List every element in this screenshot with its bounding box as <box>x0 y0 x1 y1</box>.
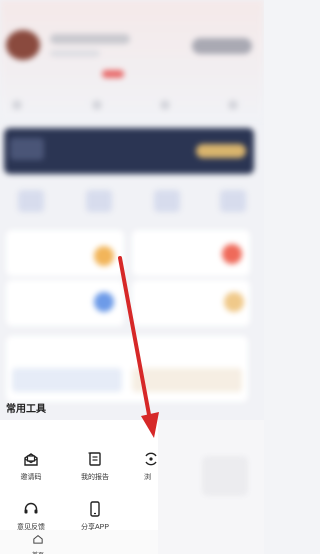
stat-dot <box>92 100 102 110</box>
subtitle-placeholder <box>50 50 100 57</box>
blue-icon <box>94 292 114 312</box>
phone-icon <box>90 501 100 517</box>
tool-browse-history[interactable]: 浏 <box>136 450 158 482</box>
shortcut-icon <box>86 190 112 212</box>
stat-dot <box>228 100 238 110</box>
shortcut-icon <box>220 190 246 212</box>
tools-section-title: 常用工具 <box>6 404 46 415</box>
gold-icon <box>224 292 244 312</box>
banner-icon <box>10 138 44 160</box>
report-icon <box>88 452 101 466</box>
browse-icon <box>145 452 157 466</box>
red-icon <box>222 244 242 264</box>
invite-code-icon <box>24 453 38 466</box>
tools-panel-faded <box>158 420 264 554</box>
info-card-item <box>12 368 122 392</box>
tool-label: 我的报告 <box>81 474 109 481</box>
faded-tool <box>202 456 248 496</box>
orange-icon <box>94 246 114 266</box>
header-pill-button <box>192 38 252 54</box>
tool-feedback[interactable]: 意见反馈 <box>6 500 56 532</box>
headset-icon <box>24 502 38 514</box>
stat-dot <box>160 100 170 110</box>
tool-label: 浏 <box>144 474 151 481</box>
info-card-item <box>132 368 242 392</box>
avatar <box>6 30 40 60</box>
stat-dot <box>12 100 22 110</box>
shortcut-icon <box>18 190 44 212</box>
banner-button <box>196 144 246 158</box>
tab-home[interactable]: 首页 <box>24 531 52 554</box>
app-screen: 常用工具 邀请码 我的报告 浏 意见反馈 分享APP <box>0 0 264 554</box>
shortcut-icon <box>154 190 180 212</box>
tool-invite-code[interactable]: 邀请码 <box>6 450 56 482</box>
username-placeholder <box>50 34 130 44</box>
tool-share-app[interactable]: 分享APP <box>70 500 120 532</box>
tool-my-report[interactable]: 我的报告 <box>70 450 120 482</box>
profile-header <box>0 0 264 120</box>
tab-home-label: 首页 <box>24 550 52 554</box>
tool-label: 邀请码 <box>20 474 42 481</box>
home-icon <box>33 535 43 544</box>
red-badge <box>102 70 124 78</box>
